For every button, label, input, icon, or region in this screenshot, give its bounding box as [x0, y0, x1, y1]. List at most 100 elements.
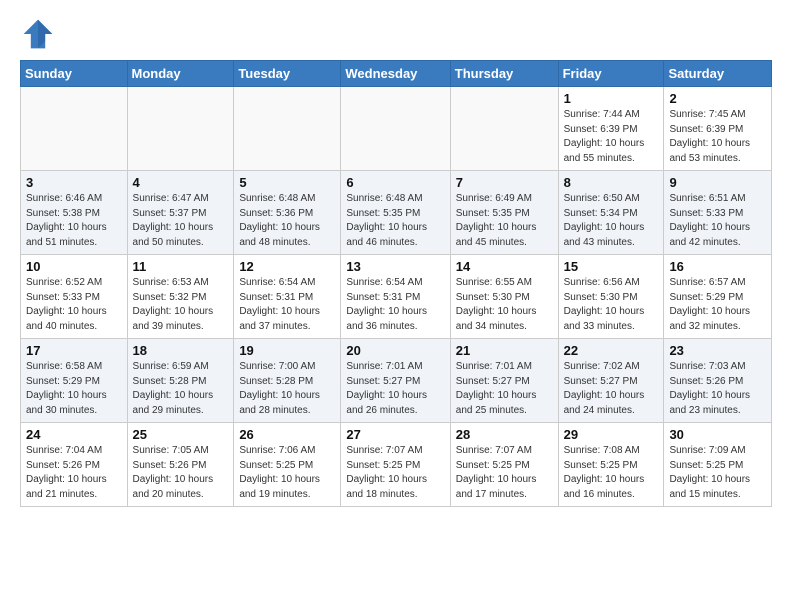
- day-info: Sunrise: 7:00 AM Sunset: 5:28 PM Dayligh…: [239, 360, 335, 418]
- day-info: Sunrise: 6:48 AM Sunset: 5:36 PM Dayligh…: [239, 192, 335, 250]
- weekday-header: Friday: [558, 61, 664, 87]
- logo: [20, 16, 60, 52]
- calendar-cell: 9 Sunrise: 6:51 AM Sunset: 5:33 PM Daylig…: [664, 171, 772, 255]
- weekday-header: Monday: [127, 61, 234, 87]
- day-info: Sunrise: 6:51 AM Sunset: 5:33 PM Dayligh…: [669, 192, 766, 250]
- calendar-cell: 8 Sunrise: 6:50 AM Sunset: 5:34 PM Daylig…: [558, 171, 664, 255]
- day-info: Sunrise: 7:45 AM Sunset: 6:39 PM Dayligh…: [669, 108, 766, 166]
- calendar-cell: 4Sunrise: 6:47 AM Sunset: 5:37 PM Daylig…: [127, 171, 234, 255]
- calendar-week-row: 3 Sunrise: 6:46 AM Sunset: 5:38 PM Daylig…: [21, 171, 772, 255]
- calendar-cell: 17 Sunrise: 6:58 AM Sunset: 5:29 PM Dayli…: [21, 339, 128, 423]
- day-number: 13: [346, 259, 444, 274]
- day-info: Sunrise: 6:54 AM Sunset: 5:31 PM Dayligh…: [346, 276, 444, 334]
- day-number: 20: [346, 343, 444, 358]
- weekday-header: Sunday: [21, 61, 128, 87]
- day-info: Sunrise: 7:44 AM Sunset: 6:39 PM Dayligh…: [564, 108, 659, 166]
- calendar-cell: 3 Sunrise: 6:46 AM Sunset: 5:38 PM Daylig…: [21, 171, 128, 255]
- calendar-cell: 20 Sunrise: 7:01 AM Sunset: 5:27 PM Dayli…: [341, 339, 450, 423]
- calendar-week-row: 24 Sunrise: 7:04 AM Sunset: 5:26 PM Dayli…: [21, 423, 772, 507]
- calendar-cell: 5 Sunrise: 6:48 AM Sunset: 5:36 PM Daylig…: [234, 171, 341, 255]
- day-number: 3: [26, 175, 122, 190]
- weekday-header: Saturday: [664, 61, 772, 87]
- calendar-cell: 24 Sunrise: 7:04 AM Sunset: 5:26 PM Dayli…: [21, 423, 128, 507]
- day-number: 27: [346, 427, 444, 442]
- calendar-cell: 23 Sunrise: 7:03 AM Sunset: 5:26 PM Dayli…: [664, 339, 772, 423]
- day-number: 6: [346, 175, 444, 190]
- day-number: 18: [133, 343, 229, 358]
- calendar-cell: [21, 87, 128, 171]
- day-info: Sunrise: 6:53 AM Sunset: 5:32 PM Dayligh…: [133, 276, 229, 334]
- calendar-cell: 28 Sunrise: 7:07 AM Sunset: 5:25 PM Dayli…: [450, 423, 558, 507]
- page: SundayMondayTuesdayWednesdayThursdayFrid…: [0, 0, 792, 517]
- calendar-cell: [450, 87, 558, 171]
- calendar-cell: 16 Sunrise: 6:57 AM Sunset: 5:29 PM Dayli…: [664, 255, 772, 339]
- day-number: 28: [456, 427, 553, 442]
- calendar-cell: [234, 87, 341, 171]
- weekday-header: Wednesday: [341, 61, 450, 87]
- header: [20, 16, 772, 52]
- day-number: 16: [669, 259, 766, 274]
- day-number: 17: [26, 343, 122, 358]
- calendar-cell: 25Sunrise: 7:05 AM Sunset: 5:26 PM Dayli…: [127, 423, 234, 507]
- day-info: Sunrise: 6:48 AM Sunset: 5:35 PM Dayligh…: [346, 192, 444, 250]
- calendar-cell: 11 Sunrise: 6:53 AM Sunset: 5:32 PM Dayli…: [127, 255, 234, 339]
- calendar-cell: 21Sunrise: 7:01 AM Sunset: 5:27 PM Dayli…: [450, 339, 558, 423]
- day-number: 5: [239, 175, 335, 190]
- calendar-cell: 13 Sunrise: 6:54 AM Sunset: 5:31 PM Dayli…: [341, 255, 450, 339]
- weekday-header: Tuesday: [234, 61, 341, 87]
- weekday-header: Thursday: [450, 61, 558, 87]
- calendar-cell: 10 Sunrise: 6:52 AM Sunset: 5:33 PM Dayli…: [21, 255, 128, 339]
- day-info: Sunrise: 7:07 AM Sunset: 5:25 PM Dayligh…: [456, 444, 553, 502]
- calendar: SundayMondayTuesdayWednesdayThursdayFrid…: [20, 60, 772, 507]
- day-number: 22: [564, 343, 659, 358]
- calendar-cell: 26 Sunrise: 7:06 AM Sunset: 5:25 PM Dayli…: [234, 423, 341, 507]
- calendar-header-row: SundayMondayTuesdayWednesdayThursdayFrid…: [21, 61, 772, 87]
- day-info: Sunrise: 7:08 AM Sunset: 5:25 PM Dayligh…: [564, 444, 659, 502]
- logo-icon: [20, 16, 56, 52]
- day-number: 29: [564, 427, 659, 442]
- day-info: Sunrise: 6:54 AM Sunset: 5:31 PM Dayligh…: [239, 276, 335, 334]
- day-number: 9: [669, 175, 766, 190]
- calendar-week-row: 10 Sunrise: 6:52 AM Sunset: 5:33 PM Dayli…: [21, 255, 772, 339]
- calendar-cell: 1 Sunrise: 7:44 AM Sunset: 6:39 PM Daylig…: [558, 87, 664, 171]
- day-number: 23: [669, 343, 766, 358]
- day-number: 8: [564, 175, 659, 190]
- day-info: Sunrise: 7:04 AM Sunset: 5:26 PM Dayligh…: [26, 444, 122, 502]
- calendar-cell: 6 Sunrise: 6:48 AM Sunset: 5:35 PM Daylig…: [341, 171, 450, 255]
- day-info: Sunrise: 6:59 AM Sunset: 5:28 PM Dayligh…: [133, 360, 229, 418]
- calendar-cell: [127, 87, 234, 171]
- day-info: Sunrise: 6:50 AM Sunset: 5:34 PM Dayligh…: [564, 192, 659, 250]
- calendar-cell: 18 Sunrise: 6:59 AM Sunset: 5:28 PM Dayli…: [127, 339, 234, 423]
- calendar-cell: 19Sunrise: 7:00 AM Sunset: 5:28 PM Dayli…: [234, 339, 341, 423]
- day-number: 1: [564, 91, 659, 106]
- day-info: Sunrise: 6:46 AM Sunset: 5:38 PM Dayligh…: [26, 192, 122, 250]
- day-number: 24: [26, 427, 122, 442]
- day-info: Sunrise: 7:01 AM Sunset: 5:27 PM Dayligh…: [346, 360, 444, 418]
- day-number: 26: [239, 427, 335, 442]
- calendar-cell: 30Sunrise: 7:09 AM Sunset: 5:25 PM Dayli…: [664, 423, 772, 507]
- calendar-cell: 7Sunrise: 6:49 AM Sunset: 5:35 PM Daylig…: [450, 171, 558, 255]
- calendar-cell: [341, 87, 450, 171]
- day-info: Sunrise: 7:03 AM Sunset: 5:26 PM Dayligh…: [669, 360, 766, 418]
- calendar-cell: 15 Sunrise: 6:56 AM Sunset: 5:30 PM Dayli…: [558, 255, 664, 339]
- calendar-cell: 29 Sunrise: 7:08 AM Sunset: 5:25 PM Dayli…: [558, 423, 664, 507]
- calendar-cell: 14Sunrise: 6:55 AM Sunset: 5:30 PM Dayli…: [450, 255, 558, 339]
- day-number: 2: [669, 91, 766, 106]
- day-info: Sunrise: 7:07 AM Sunset: 5:25 PM Dayligh…: [346, 444, 444, 502]
- day-info: Sunrise: 6:56 AM Sunset: 5:30 PM Dayligh…: [564, 276, 659, 334]
- day-info: Sunrise: 7:02 AM Sunset: 5:27 PM Dayligh…: [564, 360, 659, 418]
- day-info: Sunrise: 6:58 AM Sunset: 5:29 PM Dayligh…: [26, 360, 122, 418]
- calendar-cell: 22 Sunrise: 7:02 AM Sunset: 5:27 PM Dayli…: [558, 339, 664, 423]
- day-info: Sunrise: 6:52 AM Sunset: 5:33 PM Dayligh…: [26, 276, 122, 334]
- day-number: 11: [133, 259, 229, 274]
- day-info: Sunrise: 7:06 AM Sunset: 5:25 PM Dayligh…: [239, 444, 335, 502]
- calendar-week-row: 17 Sunrise: 6:58 AM Sunset: 5:29 PM Dayli…: [21, 339, 772, 423]
- day-number: 10: [26, 259, 122, 274]
- day-number: 14: [456, 259, 553, 274]
- calendar-cell: 12Sunrise: 6:54 AM Sunset: 5:31 PM Dayli…: [234, 255, 341, 339]
- day-number: 15: [564, 259, 659, 274]
- day-info: Sunrise: 6:57 AM Sunset: 5:29 PM Dayligh…: [669, 276, 766, 334]
- calendar-week-row: 1 Sunrise: 7:44 AM Sunset: 6:39 PM Daylig…: [21, 87, 772, 171]
- day-number: 4: [133, 175, 229, 190]
- day-number: 7: [456, 175, 553, 190]
